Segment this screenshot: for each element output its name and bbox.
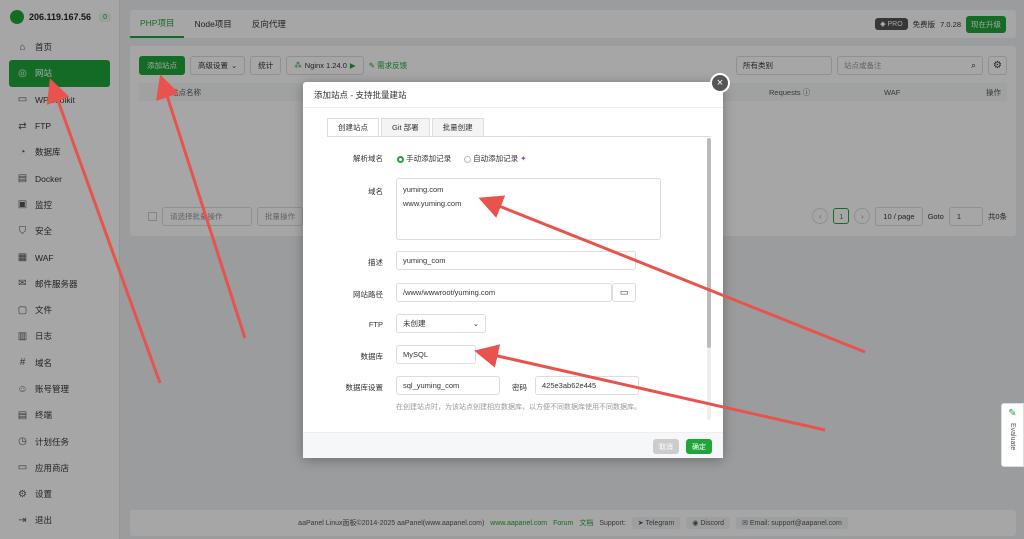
- db-label: 数据库: [360, 352, 384, 361]
- description-input[interactable]: yuming_com: [396, 251, 636, 270]
- dialog-footer: 取消 确定: [303, 432, 723, 458]
- domain-label: 域名: [368, 187, 383, 196]
- cancel-button[interactable]: 取消: [653, 439, 679, 454]
- sparkle-icon: ✦: [520, 154, 527, 163]
- db-user-input[interactable]: sql_yuming_com: [396, 376, 500, 395]
- folder-icon[interactable]: ▭: [612, 283, 636, 302]
- add-site-dialog: 添加站点 - 支持批量建站 创建站点 Git 部署 批量创建 解析域名 手动添加…: [303, 82, 723, 458]
- db-password-input[interactable]: 425e3ab62e445: [535, 376, 639, 395]
- tab-batch-create[interactable]: 批量创建: [431, 118, 484, 136]
- tab-git-deploy[interactable]: Git 部署: [381, 118, 430, 136]
- password-label: 密码: [512, 383, 527, 392]
- dbset-label: 数据库设置: [345, 383, 384, 392]
- dialog-tabs: 创建站点 Git 部署 批量创建: [327, 118, 484, 136]
- path-input[interactable]: /www/wwwroot/yuming.com: [396, 283, 612, 302]
- domain-textarea[interactable]: yuming.com www.yuming.com: [396, 178, 661, 240]
- scrollbar-thumb[interactable]: [707, 138, 711, 348]
- confirm-button[interactable]: 确定: [686, 439, 712, 454]
- dialog-title: 添加站点 - 支持批量建站: [303, 82, 723, 108]
- chevron-down-icon: ⌄: [472, 319, 479, 328]
- ftp-select[interactable]: 未创建 ⌄: [396, 314, 486, 333]
- auto-record-radio[interactable]: 自动添加记录 ✦: [464, 153, 526, 164]
- database-select[interactable]: MySQL: [396, 345, 476, 364]
- desc-label: 描述: [368, 258, 383, 267]
- edit-icon: ✎: [1008, 408, 1017, 419]
- db-hint: 在创建站点时，为该站点创建相应数据库，以方便不同数据库使用不同数据库。: [396, 404, 641, 411]
- evaluate-widget[interactable]: ✎ Evaluate: [1001, 403, 1024, 467]
- evaluate-label: Evaluate: [1009, 423, 1016, 451]
- resolve-label: 解析域名: [353, 154, 383, 163]
- path-label: 网站路径: [353, 290, 383, 299]
- close-icon[interactable]: ×: [710, 73, 730, 93]
- dialog-scrollbar[interactable]: [707, 138, 711, 420]
- ftp-label: FTP: [368, 320, 383, 329]
- radio-icon: [464, 155, 471, 163]
- domain-line: yuming.com: [403, 185, 444, 194]
- tab-create-site[interactable]: 创建站点: [327, 118, 379, 136]
- manual-record-radio[interactable]: 手动添加记录: [397, 153, 451, 164]
- radio-checked-icon: [397, 155, 404, 163]
- domain-line: www.yuming.com: [403, 199, 462, 208]
- tab-divider: [327, 136, 711, 137]
